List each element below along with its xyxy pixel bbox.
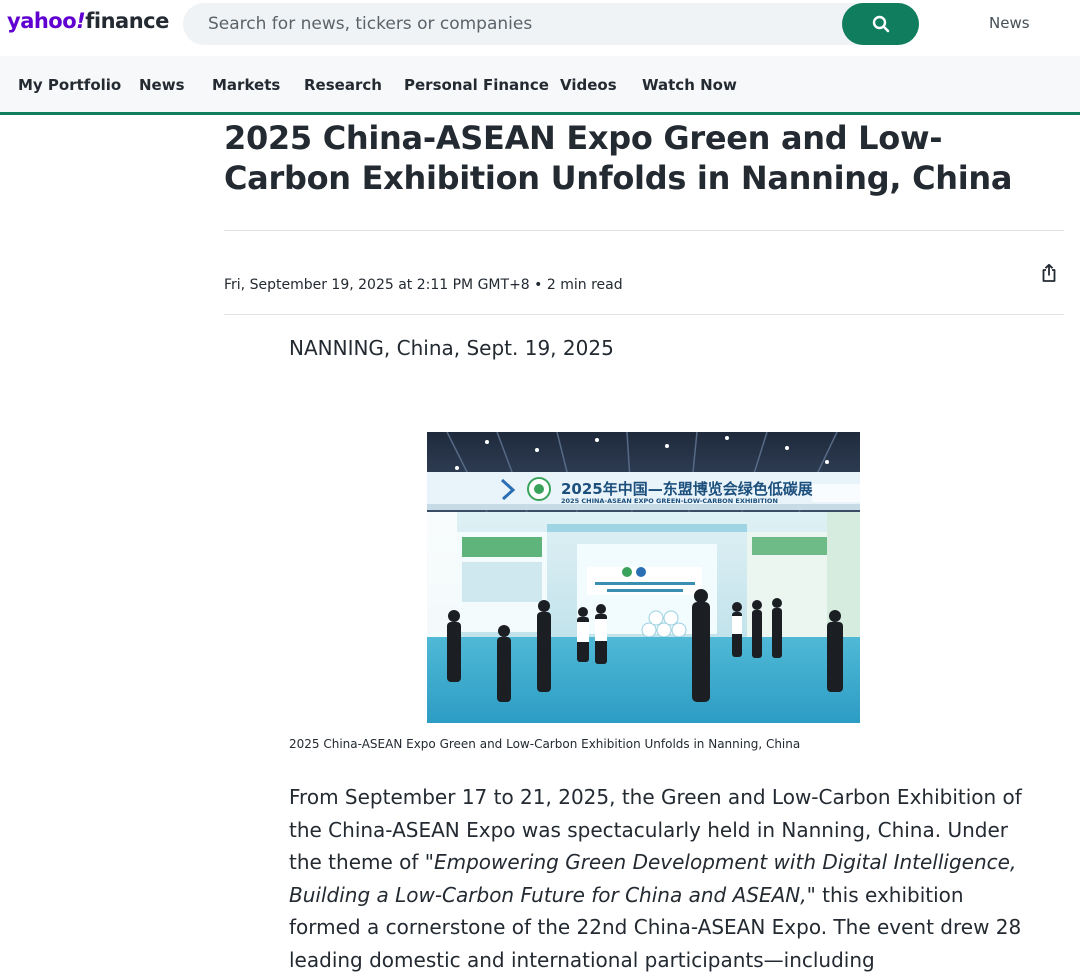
yahoo-finance-logo[interactable]: yahoo!finance (7, 9, 169, 33)
divider (224, 230, 1064, 231)
nav-item-news[interactable]: News (139, 76, 185, 94)
search-icon (872, 15, 889, 33)
main-nav: My Portfolio News Markets Research Perso… (0, 56, 1080, 115)
top-news-link[interactable]: News (989, 14, 1030, 32)
image-sign-en: 2025 CHINA-ASEAN EXPO GREEN-LOW-CARBON E… (561, 497, 778, 505)
image-sign-cn: 2025年中国—东盟博览会绿色低碳展 (561, 480, 813, 498)
article-image: 2025年中国—东盟博览会绿色低碳展 2025 CHINA-ASEAN EXPO… (427, 432, 860, 723)
nav-item-research[interactable]: Research (304, 76, 382, 94)
search-input[interactable] (208, 3, 828, 45)
logo-bang: ! (76, 9, 86, 33)
article-meta: Fri, September 19, 2025 at 2:11 PM GMT+8… (224, 277, 623, 293)
nav-item-my-portfolio[interactable]: My Portfolio (18, 76, 121, 94)
share-icon (1042, 263, 1056, 282)
nav-item-personal-finance[interactable]: Personal Finance (404, 76, 549, 94)
top-bar: yahoo!finance News (0, 0, 1080, 56)
divider (224, 314, 1064, 315)
logo-finance: finance (85, 9, 169, 33)
nav-item-markets[interactable]: Markets (212, 76, 280, 94)
nav-item-watch-now[interactable]: Watch Now (642, 76, 737, 94)
image-caption: 2025 China-ASEAN Expo Green and Low-Carb… (289, 737, 801, 751)
share-button[interactable] (1036, 260, 1062, 286)
search-bar (183, 3, 919, 45)
logo-yahoo: yahoo (7, 9, 77, 33)
article-dateline: NANNING, China, Sept. 19, 2025 (289, 336, 614, 360)
article-headline: 2025 China-ASEAN Expo Green and Low-Carb… (224, 119, 1013, 197)
nav-item-videos[interactable]: Videos (560, 76, 617, 94)
article-body-paragraph: From September 17 to 21, 2025, the Green… (289, 781, 1029, 976)
search-button[interactable] (842, 3, 919, 45)
